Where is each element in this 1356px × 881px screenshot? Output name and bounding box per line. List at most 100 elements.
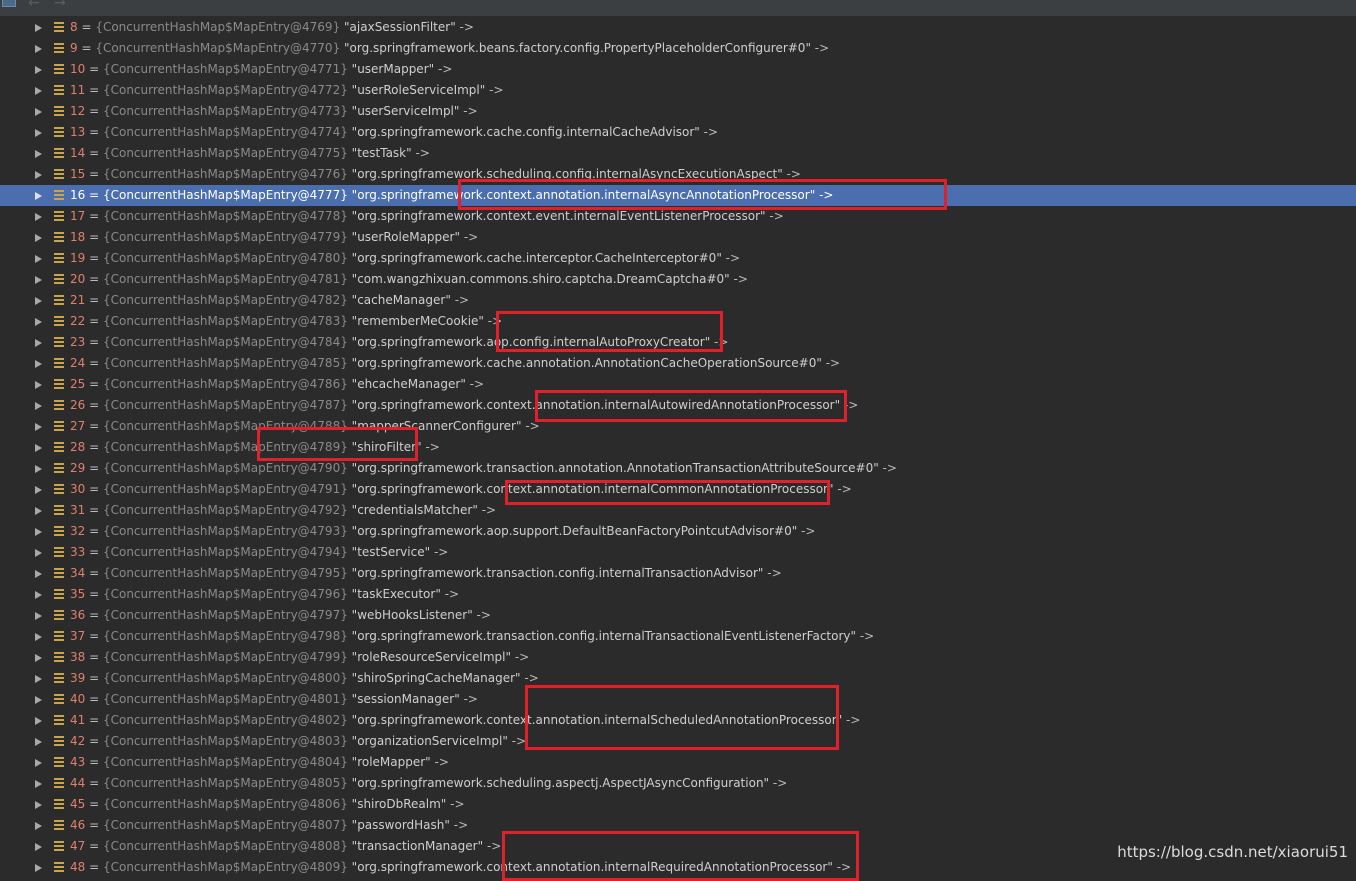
tree-row[interactable]: 44 = {ConcurrentHashMap$MapEntry@4805} "…: [0, 773, 1356, 794]
tree-row[interactable]: 10 = {ConcurrentHashMap$MapEntry@4771} "…: [0, 59, 1356, 80]
expand-arrow-icon[interactable]: [35, 150, 42, 158]
tree-row[interactable]: 24 = {ConcurrentHashMap$MapEntry@4785} "…: [0, 353, 1356, 374]
forward-arrow-icon[interactable]: →: [54, 0, 66, 10]
row-object: {ConcurrentHashMap$MapEntry@4793}: [102, 524, 348, 538]
tree-row[interactable]: 35 = {ConcurrentHashMap$MapEntry@4796} "…: [0, 584, 1356, 605]
tree-row[interactable]: 31 = {ConcurrentHashMap$MapEntry@4792} "…: [0, 500, 1356, 521]
expand-arrow-icon[interactable]: [35, 465, 42, 473]
expand-arrow-icon[interactable]: [35, 864, 42, 872]
row-object: {ConcurrentHashMap$MapEntry@4776}: [102, 167, 348, 181]
tree-row[interactable]: 17 = {ConcurrentHashMap$MapEntry@4778} "…: [0, 206, 1356, 227]
expand-arrow-icon[interactable]: [35, 843, 42, 851]
expand-arrow-icon[interactable]: [35, 780, 42, 788]
tree-row[interactable]: 41 = {ConcurrentHashMap$MapEntry@4802} "…: [0, 710, 1356, 731]
tree-row[interactable]: 12 = {ConcurrentHashMap$MapEntry@4773} "…: [0, 101, 1356, 122]
expand-arrow-icon[interactable]: [35, 507, 42, 515]
expand-arrow-icon[interactable]: [35, 129, 42, 137]
tree-row[interactable]: 19 = {ConcurrentHashMap$MapEntry@4780} "…: [0, 248, 1356, 269]
expand-arrow-icon[interactable]: [35, 66, 42, 74]
row-arrow: ->: [463, 230, 479, 244]
row-object: {ConcurrentHashMap$MapEntry@4779}: [102, 230, 348, 244]
tree-row[interactable]: 27 = {ConcurrentHashMap$MapEntry@4788} "…: [0, 416, 1356, 437]
expand-arrow-icon[interactable]: [35, 759, 42, 767]
tree-row[interactable]: 43 = {ConcurrentHashMap$MapEntry@4804} "…: [0, 752, 1356, 773]
expand-arrow-icon[interactable]: [35, 675, 42, 683]
row-text: 40 = {ConcurrentHashMap$MapEntry@4801} "…: [70, 689, 478, 710]
watch-panel-icon[interactable]: [2, 0, 16, 7]
equals-sign: =: [85, 356, 103, 370]
tree-row[interactable]: 45 = {ConcurrentHashMap$MapEntry@4806} "…: [0, 794, 1356, 815]
expand-arrow-icon[interactable]: [35, 234, 42, 242]
tree-row[interactable]: 34 = {ConcurrentHashMap$MapEntry@4795} "…: [0, 563, 1356, 584]
row-key: "credentialsMatcher": [351, 503, 478, 517]
row-key: "webHooksListener": [351, 608, 473, 622]
tree-row[interactable]: 25 = {ConcurrentHashMap$MapEntry@4786} "…: [0, 374, 1356, 395]
tree-row[interactable]: 15 = {ConcurrentHashMap$MapEntry@4776} "…: [0, 164, 1356, 185]
expand-arrow-icon[interactable]: [35, 654, 42, 662]
tree-row[interactable]: 30 = {ConcurrentHashMap$MapEntry@4791} "…: [0, 479, 1356, 500]
tree-row[interactable]: 26 = {ConcurrentHashMap$MapEntry@4787} "…: [0, 395, 1356, 416]
expand-arrow-icon[interactable]: [35, 570, 42, 578]
expand-arrow-icon[interactable]: [35, 801, 42, 809]
tree-row[interactable]: 46 = {ConcurrentHashMap$MapEntry@4807} "…: [0, 815, 1356, 836]
expand-arrow-icon[interactable]: [35, 213, 42, 221]
expand-arrow-icon[interactable]: [35, 339, 42, 347]
tree-row[interactable]: 36 = {ConcurrentHashMap$MapEntry@4797} "…: [0, 605, 1356, 626]
tree-row[interactable]: 22 = {ConcurrentHashMap$MapEntry@4783} "…: [0, 311, 1356, 332]
row-object: {ConcurrentHashMap$MapEntry@4788}: [102, 419, 348, 433]
expand-arrow-icon[interactable]: [35, 108, 42, 116]
expand-arrow-icon[interactable]: [35, 717, 42, 725]
expand-arrow-icon[interactable]: [35, 633, 42, 641]
tree-row[interactable]: 18 = {ConcurrentHashMap$MapEntry@4779} "…: [0, 227, 1356, 248]
equals-sign: =: [85, 629, 103, 643]
tree-row[interactable]: 21 = {ConcurrentHashMap$MapEntry@4782} "…: [0, 290, 1356, 311]
expand-arrow-icon[interactable]: [35, 360, 42, 368]
tree-row[interactable]: 13 = {ConcurrentHashMap$MapEntry@4774} "…: [0, 122, 1356, 143]
tree-row[interactable]: 37 = {ConcurrentHashMap$MapEntry@4798} "…: [0, 626, 1356, 647]
tree-row[interactable]: 32 = {ConcurrentHashMap$MapEntry@4793} "…: [0, 521, 1356, 542]
expand-arrow-icon[interactable]: [35, 822, 42, 830]
expand-arrow-icon[interactable]: [35, 192, 42, 200]
expand-arrow-icon[interactable]: [35, 486, 42, 494]
expand-arrow-icon[interactable]: [35, 738, 42, 746]
tree-row[interactable]: 42 = {ConcurrentHashMap$MapEntry@4803} "…: [0, 731, 1356, 752]
expand-arrow-icon[interactable]: [35, 528, 42, 536]
row-text: 41 = {ConcurrentHashMap$MapEntry@4802} "…: [70, 710, 860, 731]
expand-arrow-icon[interactable]: [35, 297, 42, 305]
tree-row[interactable]: 11 = {ConcurrentHashMap$MapEntry@4772} "…: [0, 80, 1356, 101]
equals-sign: =: [85, 734, 103, 748]
tree-row[interactable]: 14 = {ConcurrentHashMap$MapEntry@4775} "…: [0, 143, 1356, 164]
expand-arrow-icon[interactable]: [35, 171, 42, 179]
expand-arrow-icon[interactable]: [35, 423, 42, 431]
expand-arrow-icon[interactable]: [35, 45, 42, 53]
tree-row[interactable]: 38 = {ConcurrentHashMap$MapEntry@4799} "…: [0, 647, 1356, 668]
tree-row[interactable]: 28 = {ConcurrentHashMap$MapEntry@4789} "…: [0, 437, 1356, 458]
expand-arrow-icon[interactable]: [35, 87, 42, 95]
equals-sign: =: [85, 776, 103, 790]
tree-row[interactable]: 20 = {ConcurrentHashMap$MapEntry@4781} "…: [0, 269, 1356, 290]
field-icon: [54, 253, 64, 264]
expand-arrow-icon[interactable]: [35, 591, 42, 599]
expand-arrow-icon[interactable]: [35, 612, 42, 620]
tree-row[interactable]: 8 = {ConcurrentHashMap$MapEntry@4769} "a…: [0, 17, 1356, 38]
row-object: {ConcurrentHashMap$MapEntry@4780}: [102, 251, 348, 265]
tree-row[interactable]: 39 = {ConcurrentHashMap$MapEntry@4800} "…: [0, 668, 1356, 689]
back-arrow-icon[interactable]: ←: [28, 0, 40, 10]
tree-row[interactable]: 29 = {ConcurrentHashMap$MapEntry@4790} "…: [0, 458, 1356, 479]
expand-arrow-icon[interactable]: [35, 276, 42, 284]
tree-row[interactable]: 40 = {ConcurrentHashMap$MapEntry@4801} "…: [0, 689, 1356, 710]
tree-row[interactable]: 33 = {ConcurrentHashMap$MapEntry@4794} "…: [0, 542, 1356, 563]
expand-arrow-icon[interactable]: [35, 549, 42, 557]
expand-arrow-icon[interactable]: [35, 318, 42, 326]
row-arrow: ->: [767, 566, 782, 580]
expand-arrow-icon[interactable]: [35, 381, 42, 389]
expand-arrow-icon[interactable]: [35, 444, 42, 452]
expand-arrow-icon[interactable]: [35, 255, 42, 263]
expand-arrow-icon[interactable]: [35, 402, 42, 410]
tree-row[interactable]: 9 = {ConcurrentHashMap$MapEntry@4770} "o…: [0, 38, 1356, 59]
expand-arrow-icon[interactable]: [35, 696, 42, 704]
row-arrow: ->: [825, 356, 841, 370]
expand-arrow-icon[interactable]: [35, 24, 42, 32]
tree-row[interactable]: 23 = {ConcurrentHashMap$MapEntry@4784} "…: [0, 332, 1356, 353]
tree-row[interactable]: 16 = {ConcurrentHashMap$MapEntry@4777} "…: [0, 185, 1356, 206]
